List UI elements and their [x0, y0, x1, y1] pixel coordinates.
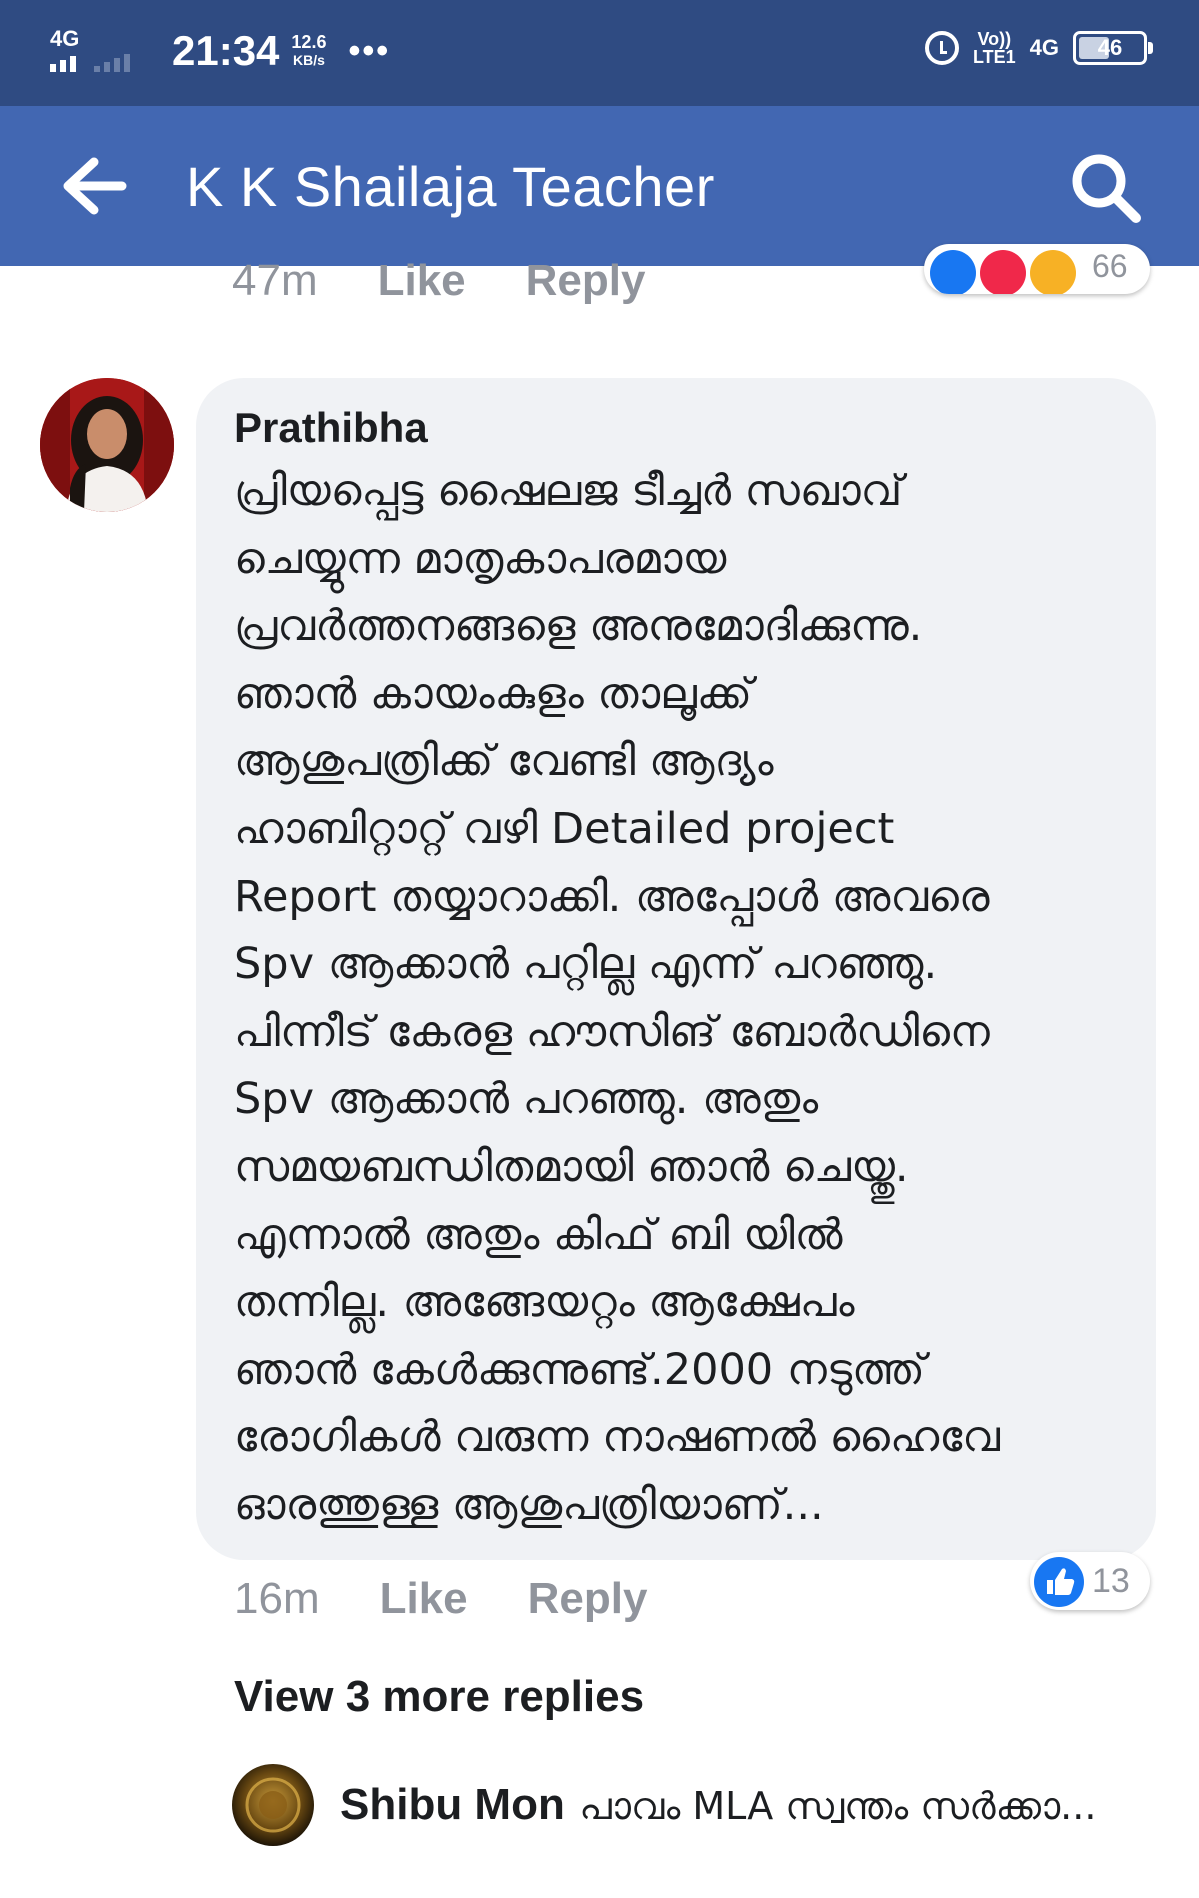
lte-label: LTE1	[972, 47, 1016, 67]
like-button[interactable]: Like	[380, 1574, 468, 1624]
comment-bubble[interactable]: Prathibha പ്രിയപ്പെട്ട ഷൈലജ ടീച്ചർ സഖാവ്…	[196, 378, 1156, 1560]
reply-avatar[interactable]	[232, 1764, 314, 1846]
previous-reply-button[interactable]: Reply	[526, 256, 646, 306]
status-right: Vo)) LTE1 4G 46	[924, 30, 1153, 66]
comment-line: ചെയ്യുന്ന മാതൃകാപരമായ	[234, 533, 727, 584]
battery-icon: 46	[1073, 31, 1153, 65]
search-icon[interactable]	[1068, 150, 1144, 226]
battery-level: 46	[1097, 35, 1123, 60]
signal-icon: 4G	[50, 26, 162, 76]
reply-button[interactable]: Reply	[528, 1574, 648, 1624]
comment-actions: 16m Like Reply	[234, 1574, 647, 1624]
comment-line: ഞാൻ കായംകുളം താലൂക്ക്	[234, 668, 753, 719]
page-title: K K Shailaja Teacher	[186, 155, 715, 218]
previous-comment-actions: 47m Like Reply	[232, 256, 645, 306]
reply-snippet: പാവം MLA സ്വന്തം സർക്കാ...	[579, 1784, 1097, 1828]
comment-text: പ്രിയപ്പെട്ട ഷൈലജ ടീച്ചർ സഖാവ് ചെയ്യുന്ന…	[234, 458, 1134, 1540]
previous-comment-time: 47m	[232, 256, 318, 305]
speed-unit: KB/s	[292, 52, 325, 68]
previous-reactions-badge[interactable]: 66	[924, 244, 1150, 294]
volte-indicator: Vo)) LTE1	[973, 30, 1016, 66]
network-type-right: 4G	[1029, 35, 1059, 60]
back-arrow-icon[interactable]	[58, 156, 128, 216]
status-bar: 4G 21:34 12.6 KB/s ••• Vo)) LTE1 4G 46	[0, 0, 1199, 106]
status-left: 4G 21:34 12.6 KB/s •••	[50, 26, 390, 76]
previous-like-button[interactable]: Like	[378, 256, 466, 306]
like-count: 13	[1092, 1562, 1130, 1600]
comment-line: പ്രിയപ്പെട്ട ഷൈലജ ടീച്ചർ സഖാവ്	[234, 466, 903, 516]
network-speed: 12.6 KB/s	[291, 33, 326, 69]
comment-author[interactable]: Prathibha	[234, 404, 428, 452]
comment-line: എന്നാൽ അതും കിഫ് ബി യിൽ	[234, 1209, 843, 1260]
clock: 21:34	[172, 27, 280, 74]
comment-line: Report തയ്യാറാക്കി. അപ്പോൾ അവരെ	[234, 871, 990, 922]
volte-label: Vo))	[977, 29, 1012, 49]
comment-line: ഓരത്തുള്ള ആശുപത്രിയാണ്...	[234, 1479, 824, 1530]
comment-line: പ്രവർത്തനങ്ങളെ അനുമോദിക്കുന്നു.	[234, 601, 923, 652]
like-count-badge[interactable]: 13	[1030, 1552, 1150, 1610]
comment-line: Spv ആക്കാൻ പറഞ്ഞു. അതും	[234, 1074, 819, 1125]
comment-line: പിന്നീട് കേരള ഹൗസിങ് ബോർഡിനെ	[234, 1006, 990, 1057]
comment-line: Spv ആക്കാൻ പറ്റില്ല എന്ന് പറഞ്ഞു.	[234, 939, 938, 990]
comment-time: 16m	[234, 1574, 320, 1623]
reply-author[interactable]: Shibu Mon	[340, 1780, 565, 1829]
comment-line: ഹാബിറ്റാറ്റ് വഴി Detailed project	[234, 803, 895, 854]
network-type-left: 4G	[50, 26, 80, 51]
comment-line: രോഗികൾ വരുന്ന നാഷണൽ ഹൈവേ	[234, 1412, 1000, 1463]
speed-value: 12.6	[291, 32, 327, 52]
comment-line: ആശുപത്രിക്ക് വേണ്ടി ആദ്യം	[234, 736, 774, 787]
thumbs-up-icon	[1034, 1557, 1084, 1607]
avatar[interactable]	[40, 378, 174, 512]
more-notifications-icon: •••	[348, 31, 391, 70]
comment-line: തന്നില്ല. അങ്ങേയറ്റം ആക്ഷേപം	[234, 1277, 855, 1328]
alarm-icon	[924, 31, 959, 65]
previous-reaction-count: 66	[1092, 248, 1128, 284]
comment-line: സമയബന്ധിതമായി ഞാൻ ചെയ്തു.	[234, 1141, 909, 1192]
love-reaction-icon	[980, 250, 1026, 294]
view-more-replies-link[interactable]: View 3 more replies	[234, 1672, 644, 1722]
wow-reaction-icon	[1030, 250, 1076, 294]
like-reaction-icon	[930, 250, 976, 294]
comment-line: ഞാൻ കേൾക്കുന്നുണ്ട്.2000 നടുത്ത്	[234, 1344, 925, 1395]
app-bar: K K Shailaja Teacher	[0, 106, 1199, 266]
latest-reply[interactable]: Shibu Mon പാവം MLA സ്വന്തം സർക്കാ...	[340, 1780, 1140, 1830]
